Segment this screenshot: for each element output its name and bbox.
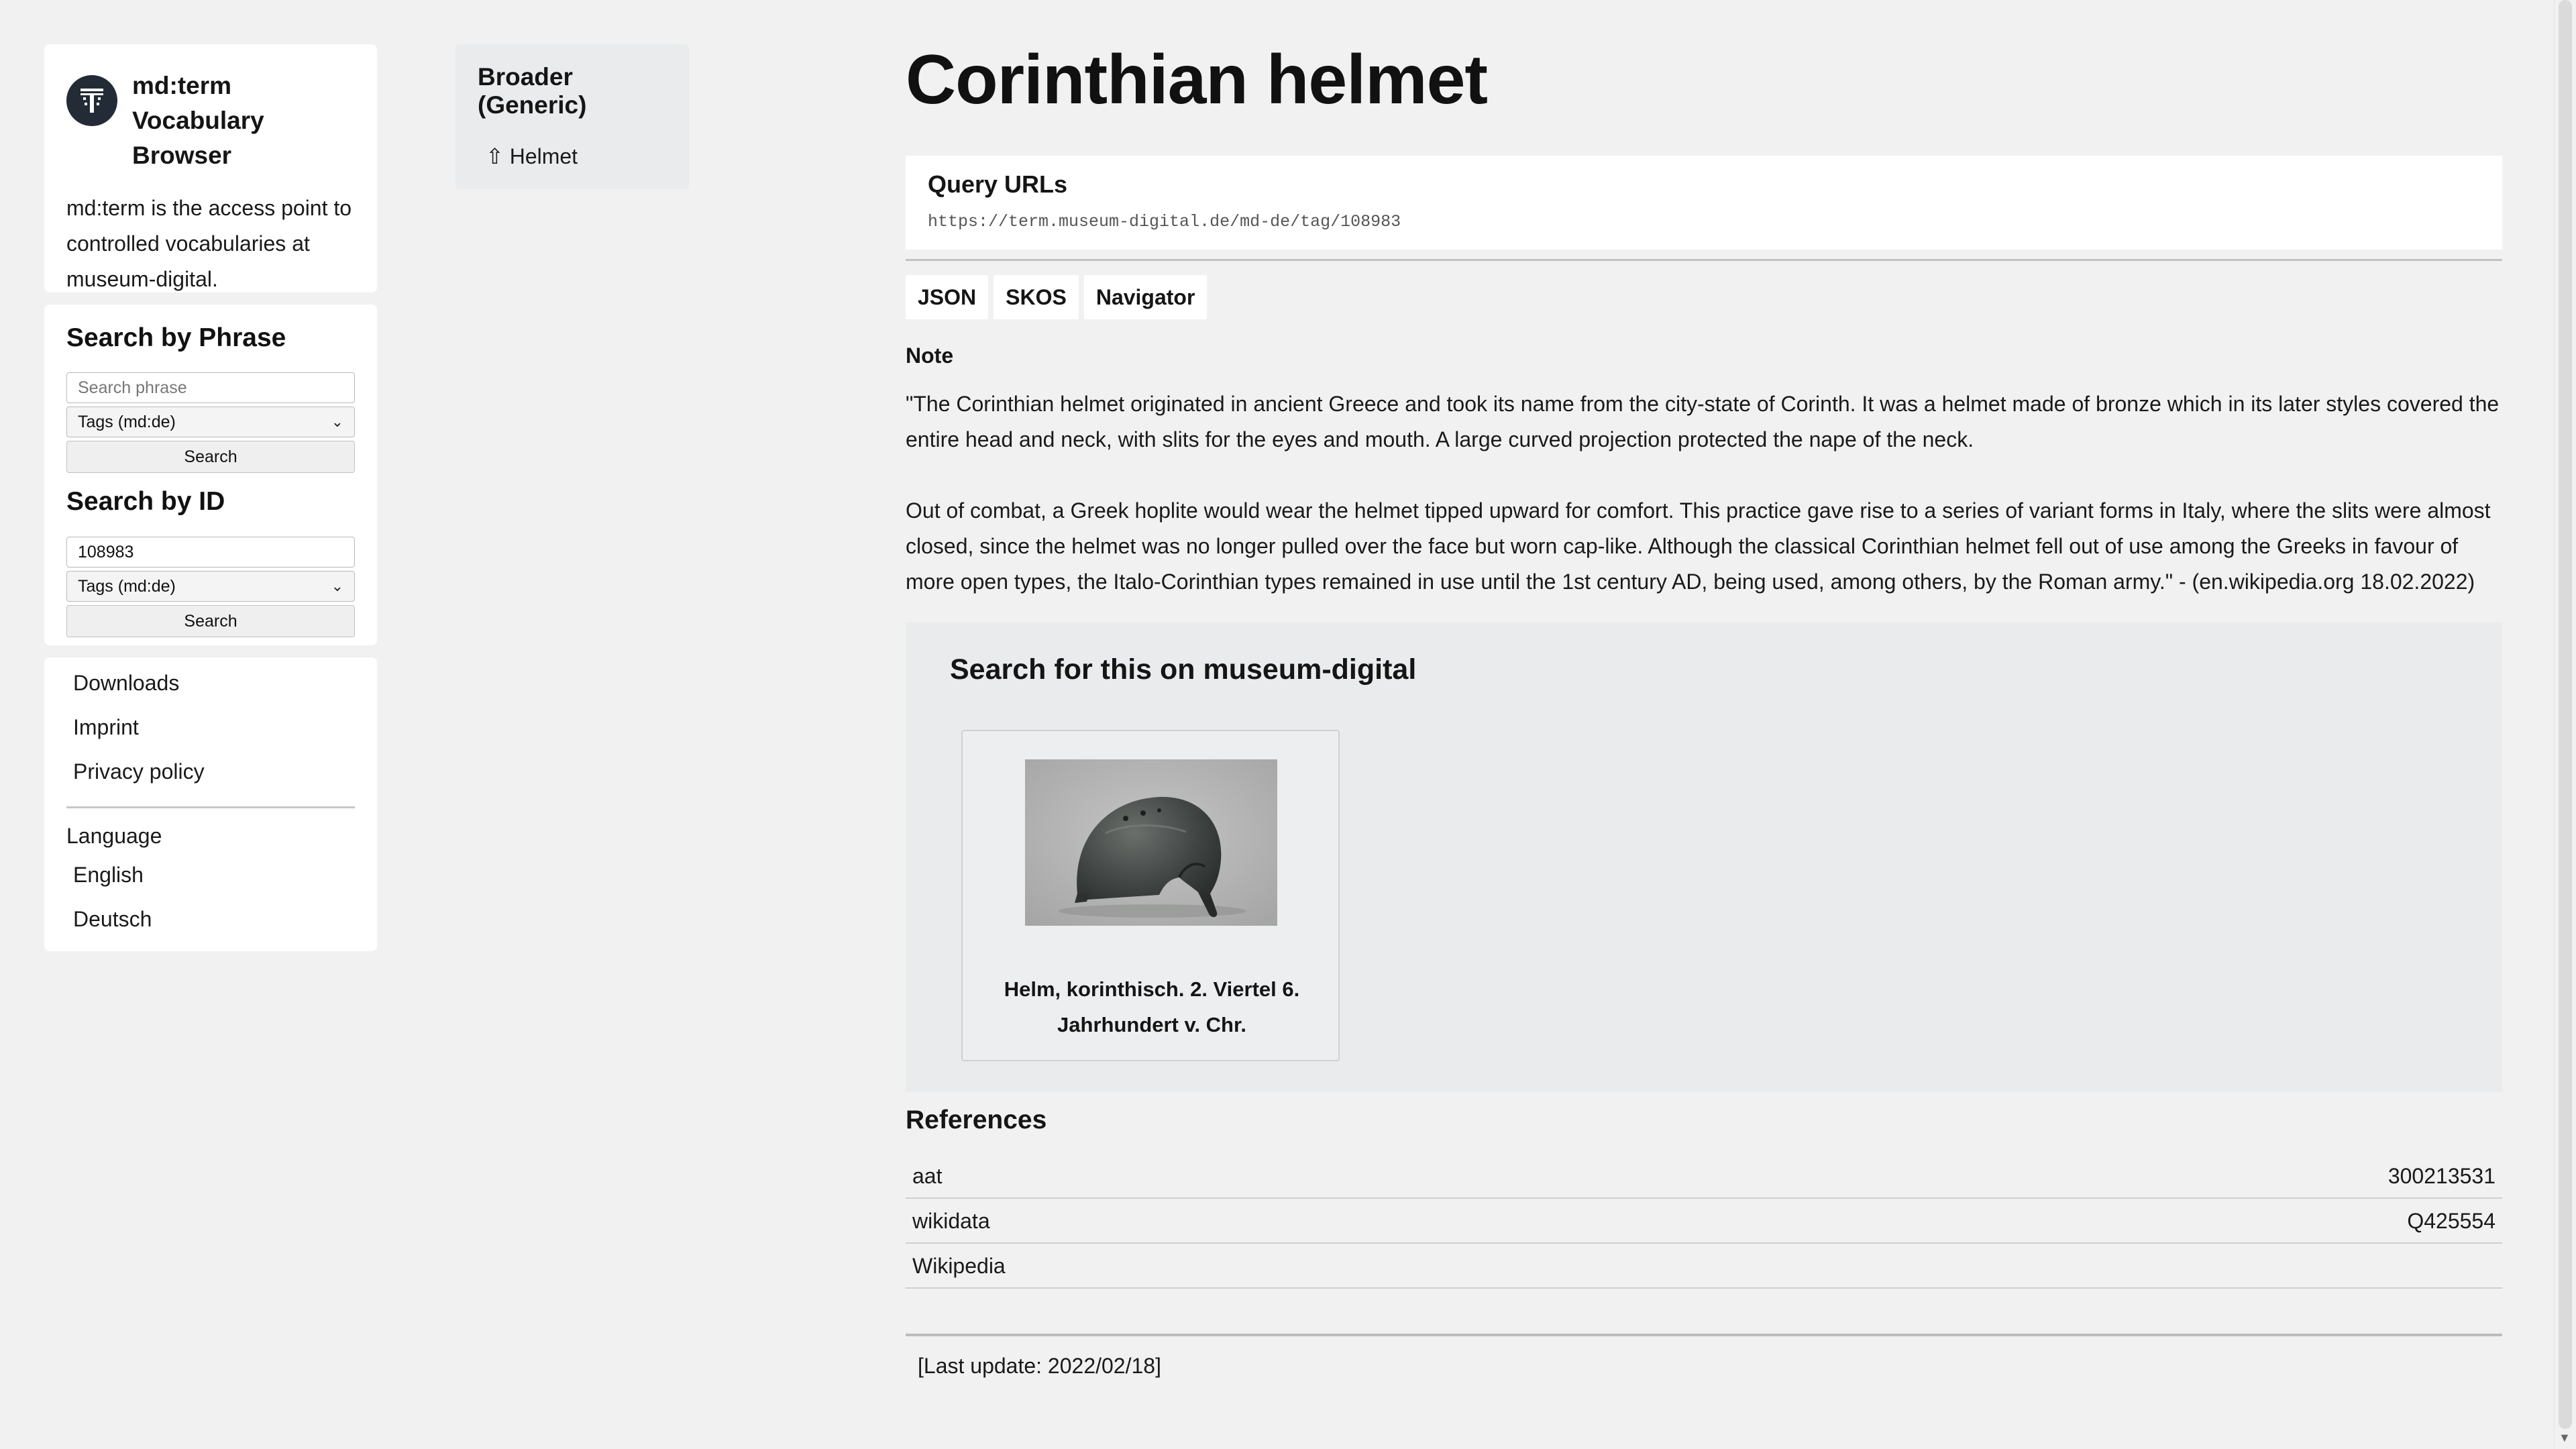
id-vocabulary-select[interactable]: Tags (md:de) ⌄ xyxy=(66,571,355,602)
helmet-image[interactable] xyxy=(1025,759,1277,926)
page-title: Corinthian helmet xyxy=(906,41,1488,119)
reference-source-link[interactable]: Wikipedia xyxy=(912,1254,1006,1279)
search-phrase-button[interactable]: Search xyxy=(66,441,355,473)
query-urls-heading: Query URLs xyxy=(928,170,1068,198)
note-paragraph-1: "The Corinthian helmet originated in anc… xyxy=(906,392,2500,451)
downloads-link[interactable]: Downloads xyxy=(73,671,179,696)
nav-card: Downloads Imprint Privacy policy Languag… xyxy=(44,657,377,951)
chevron-down-icon: ⌄ xyxy=(331,413,343,430)
search-panel-heading: Search for this on museum-digital xyxy=(950,653,1417,686)
reference-id-link[interactable]: Q425554 xyxy=(2407,1209,2496,1234)
broader-heading: Broader (Generic) xyxy=(478,63,587,119)
search-by-phrase-heading: Search by Phrase xyxy=(66,323,286,352)
brand-row[interactable]: md:term Vocabulary Browser xyxy=(66,68,355,173)
note-heading: Note xyxy=(906,343,954,368)
divider xyxy=(66,806,355,808)
divider xyxy=(906,1334,2502,1336)
brand-title[interactable]: md:term Vocabulary Browser xyxy=(132,68,355,173)
reference-id-link[interactable]: 300213531 xyxy=(2388,1164,2496,1189)
brand-name: md:term xyxy=(132,72,232,99)
privacy-policy-link[interactable]: Privacy policy xyxy=(73,759,205,784)
search-phrase-input[interactable]: Search phrase xyxy=(66,372,355,403)
language-english-link[interactable]: English xyxy=(73,863,144,888)
page: md:term Vocabulary Browser md:term is th… xyxy=(0,0,2576,1449)
language-label: Language xyxy=(66,824,162,848)
scroll-down-arrow-icon[interactable]: ▼ xyxy=(2559,1431,2571,1445)
search-by-id-heading: Search by ID xyxy=(66,487,225,516)
phrase-vocabulary-select[interactable]: Tags (md:de) ⌄ xyxy=(66,407,355,437)
search-id-button[interactable]: Search xyxy=(66,605,355,637)
format-tabs: JSON SKOS Navigator xyxy=(906,275,1208,319)
brand-card: md:term Vocabulary Browser md:term is th… xyxy=(44,44,377,292)
divider xyxy=(906,259,2502,261)
last-update: [Last update: 2022/02/18] xyxy=(918,1354,1161,1378)
id-vocabulary-selected: Tags (md:de) xyxy=(78,576,176,596)
object-caption[interactable]: Helm, korinthisch. 2. Viertel 6. Jahrhun… xyxy=(976,971,1328,1042)
md-term-logo-icon[interactable] xyxy=(66,75,117,126)
query-url-link[interactable]: https://term.museum-digital.de/md-de/tag… xyxy=(928,212,2480,231)
search-card: Search by Phrase Search phrase Tags (md:… xyxy=(44,305,377,645)
tab-skos[interactable]: SKOS xyxy=(994,275,1079,319)
query-urls-box: Query URLs https://term.museum-digital.d… xyxy=(906,156,2502,250)
note-paragraph-2: Out of combat, a Greek hoplite would wea… xyxy=(906,498,2491,594)
brand-subtitle: Vocabulary Browser xyxy=(132,107,264,169)
phrase-vocabulary-selected: Tags (md:de) xyxy=(78,412,176,431)
reference-source: wikidata xyxy=(912,1208,990,1233)
reference-row: aat 300213531 xyxy=(906,1155,2502,1199)
chevron-down-icon: ⌄ xyxy=(331,578,343,594)
tab-navigator[interactable]: Navigator xyxy=(1083,275,1208,319)
imprint-link[interactable]: Imprint xyxy=(73,715,139,740)
museum-digital-search-panel: Search for this on museum-digital Helm, … xyxy=(906,623,2502,1092)
references-heading: References xyxy=(906,1106,1047,1134)
scrollbar-thumb[interactable] xyxy=(2559,0,2572,1429)
vertical-scrollbar[interactable]: ▼ xyxy=(2554,0,2576,1449)
reference-row: Wikipedia xyxy=(906,1244,2502,1289)
reference-source: aat xyxy=(912,1163,943,1188)
broader-panel: Broader (Generic) ⇧ Helmet xyxy=(455,44,689,189)
broader-term-link[interactable]: ⇧ Helmet xyxy=(478,144,667,169)
language-deutsch-link[interactable]: Deutsch xyxy=(73,907,152,932)
search-id-input[interactable]: 108983 xyxy=(66,537,355,568)
object-card[interactable]: Helm, korinthisch. 2. Viertel 6. Jahrhun… xyxy=(961,730,1340,1061)
tab-json[interactable]: JSON xyxy=(906,275,989,319)
brand-description: md:term is the access point to controlle… xyxy=(66,196,352,291)
reference-row: wikidata Q425554 xyxy=(906,1199,2502,1244)
